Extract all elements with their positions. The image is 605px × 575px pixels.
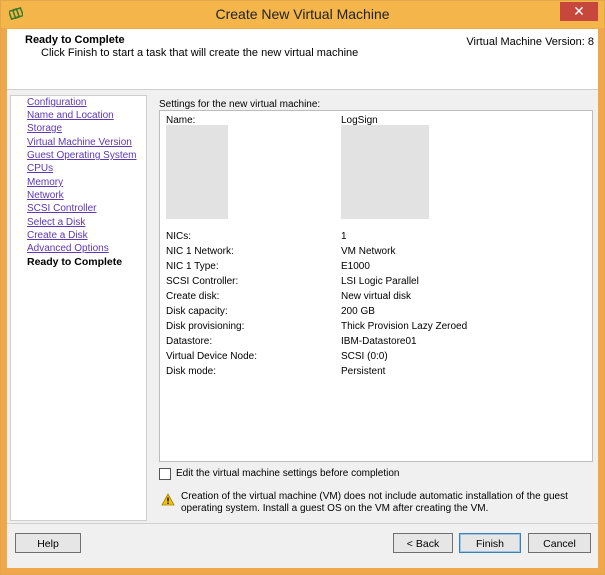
setting-value: E1000 (341, 261, 370, 272)
setting-label: Disk capacity: (166, 306, 228, 317)
setting-label: Create disk: (166, 291, 220, 302)
setting-label: NIC 1 Network: (166, 246, 234, 257)
nav-step-configuration[interactable]: Configuration (27, 97, 86, 108)
edit-settings-checkbox[interactable] (159, 468, 171, 480)
dialog-body: Ready to Complete Click Finish to start … (7, 29, 598, 568)
help-button[interactable]: Help (15, 533, 81, 553)
setting-value: New virtual disk (341, 291, 412, 302)
edit-settings-label[interactable]: Edit the virtual machine settings before… (176, 468, 399, 479)
nav-step-advanced-options[interactable]: Advanced Options (27, 243, 109, 254)
setting-value: Persistent (341, 366, 386, 377)
redacted-labels (166, 125, 228, 219)
nav-step-vm-version[interactable]: Virtual Machine Version (27, 137, 132, 148)
nav-step-current: Ready to Complete (27, 256, 123, 268)
setting-value: SCSI (0:0) (341, 351, 388, 362)
page-subtitle: Click Finish to start a task that will c… (41, 47, 359, 59)
setting-label: SCSI Controller: (166, 276, 239, 287)
footer-divider (7, 523, 598, 524)
page-title: Ready to Complete (25, 34, 125, 46)
warning-icon (161, 493, 175, 506)
setting-value: VM Network (341, 246, 396, 257)
nav-step-storage[interactable]: Storage (27, 123, 62, 134)
nav-step-network[interactable]: Network (27, 190, 64, 201)
vm-version-label: Virtual Machine Version: 8 (466, 36, 594, 48)
close-button[interactable]: ✕ (560, 2, 598, 21)
nav-step-create-disk[interactable]: Create a Disk (27, 230, 88, 241)
cancel-button[interactable]: Cancel (528, 533, 591, 553)
finish-button[interactable]: Finish (459, 533, 521, 553)
setting-value: LSI Logic Parallel (341, 276, 419, 287)
warning-message: Creation of the virtual machine (VM) doe… (181, 491, 568, 514)
window-title: Create New Virtual Machine (215, 6, 390, 22)
setting-label: Disk provisioning: (166, 321, 245, 332)
setting-value: Thick Provision Lazy Zeroed (341, 321, 468, 332)
wizard-header: Ready to Complete Click Finish to start … (7, 29, 598, 90)
nav-step-name-and-location[interactable]: Name and Location (27, 110, 114, 121)
setting-label: Datastore: (166, 336, 213, 347)
setting-value: 1 (341, 231, 347, 242)
settings-label: Settings for the new virtual machine: (159, 99, 321, 110)
nav-step-select-disk[interactable]: Select a Disk (27, 217, 85, 228)
wizard-steps-nav: Configuration Name and Location Storage … (10, 95, 147, 521)
setting-label: Virtual Device Node: (166, 351, 257, 362)
nav-step-cpus[interactable]: CPUs (27, 163, 53, 174)
settings-summary: Name: LogSign NICs: 1 NIC 1 Network: VM … (159, 110, 593, 462)
setting-value: 200 GB (341, 306, 375, 317)
nav-step-memory[interactable]: Memory (27, 177, 63, 188)
back-button[interactable]: < Back (393, 533, 453, 553)
setting-label: NIC 1 Type: (166, 261, 219, 272)
nav-step-guest-os[interactable]: Guest Operating System (27, 150, 137, 161)
title-bar[interactable]: Create New Virtual Machine ✕ (1, 1, 604, 28)
nav-step-scsi-controller[interactable]: SCSI Controller (27, 203, 96, 214)
setting-value: IBM-Datastore01 (341, 336, 417, 347)
setting-label: Disk mode: (166, 366, 217, 377)
dialog-window: Create New Virtual Machine ✕ Ready to Co… (0, 0, 605, 575)
setting-label: NICs: (166, 231, 191, 242)
main-panel: Settings for the new virtual machine: Na… (151, 95, 594, 519)
redacted-values (341, 125, 429, 219)
